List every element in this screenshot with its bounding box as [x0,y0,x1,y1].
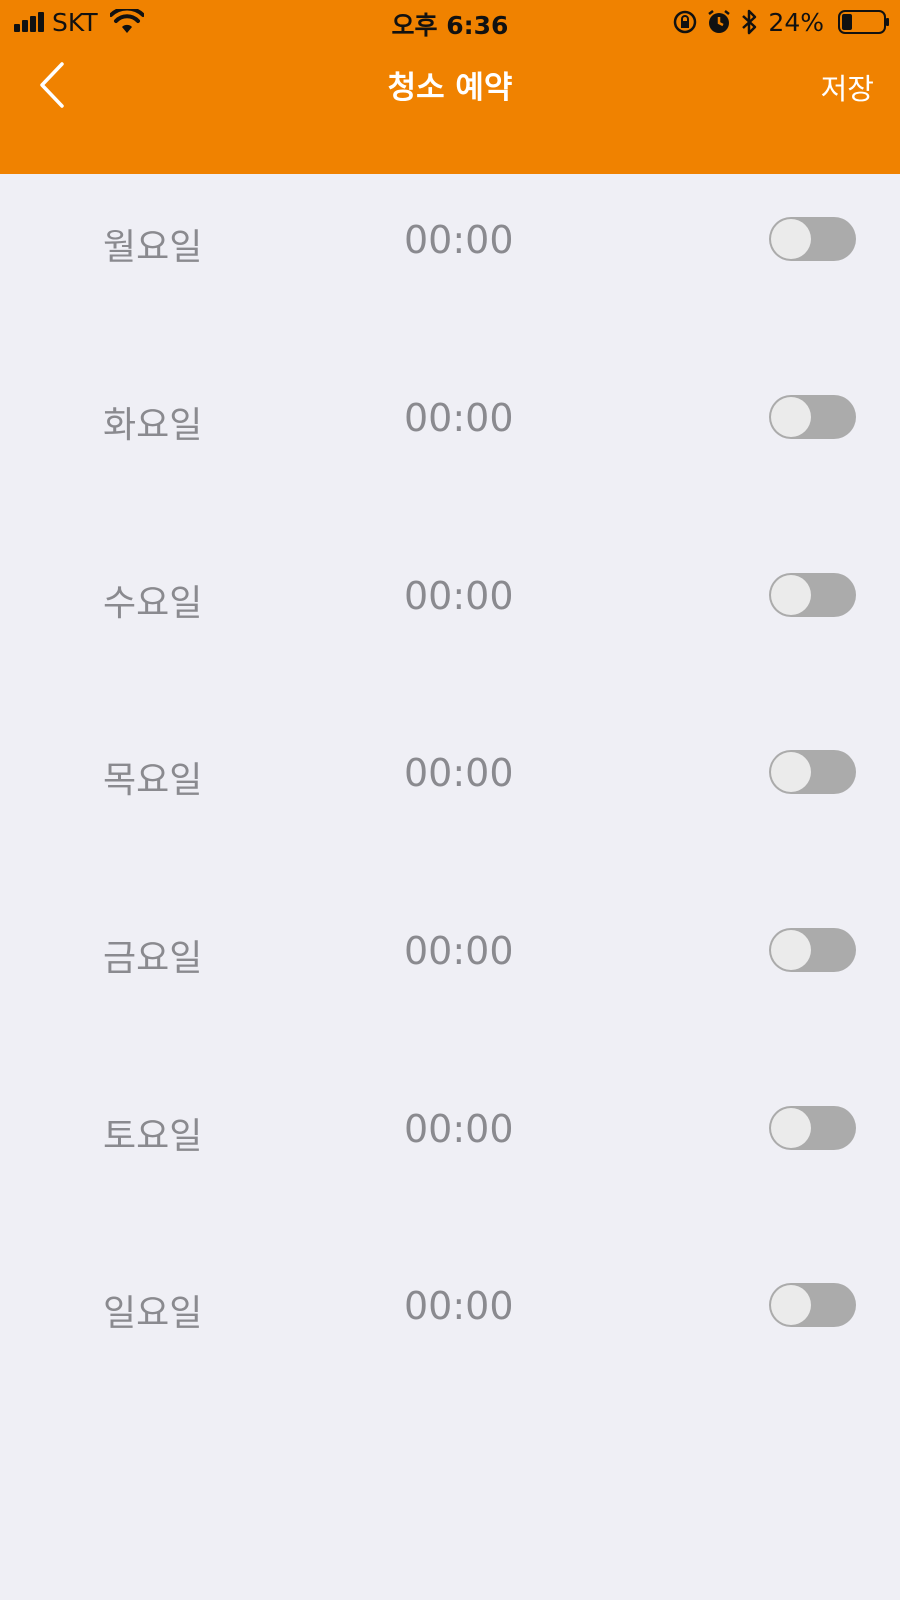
schedule-row-wednesday: 수요일 00:00 [0,556,900,636]
toggle-knob [771,930,811,970]
day-label: 화요일 [103,405,203,446]
day-label: 목요일 [103,760,203,801]
bluetooth-icon [742,9,757,35]
time-value[interactable]: 00:00 [404,1107,514,1151]
day-label: 수요일 [103,583,203,624]
alarm-icon [708,10,731,33]
toggle-knob [771,752,811,792]
schedule-row-tuesday: 화요일 00:00 [0,378,900,458]
rotation-lock-icon [674,10,697,34]
time-value[interactable]: 00:00 [404,218,514,262]
battery-icon [838,10,889,34]
nav-bar: 청소 예약 저장 [0,50,900,114]
time-value[interactable]: 00:00 [404,1284,514,1328]
time-value[interactable]: 00:00 [404,751,514,795]
app-header: SKT 오후 6:36 24% 청소 예약 저장 [0,0,900,174]
day-label: 월요일 [103,227,203,268]
toggle-knob [771,575,811,615]
schedule-row-monday: 월요일 00:00 [0,200,900,280]
toggle-knob [771,219,811,259]
status-right: 24% [664,7,890,37]
day-label: 일요일 [103,1293,203,1334]
toggle-knob [771,1285,811,1325]
enable-toggle[interactable] [769,928,856,972]
time-value[interactable]: 00:00 [404,396,514,440]
schedule-row-saturday: 토요일 00:00 [0,1089,900,1169]
schedule-row-friday: 금요일 00:00 [0,911,900,991]
toggle-knob [771,1108,811,1148]
toggle-knob [771,397,811,437]
enable-toggle[interactable] [769,1283,856,1327]
time-value[interactable]: 00:00 [404,929,514,973]
battery-percent: 24% [768,7,824,37]
schedule-row-thursday: 목요일 00:00 [0,733,900,813]
time-value[interactable]: 00:00 [404,574,514,618]
day-label: 토요일 [103,1116,203,1157]
save-button[interactable]: 저장 [821,66,874,108]
enable-toggle[interactable] [769,217,856,261]
day-label: 금요일 [103,938,203,979]
enable-toggle[interactable] [769,395,856,439]
enable-toggle[interactable] [769,573,856,617]
enable-toggle[interactable] [769,750,856,794]
enable-toggle[interactable] [769,1106,856,1150]
status-bar: SKT 오후 6:36 24% [0,0,900,44]
page-title: 청소 예약 [387,70,513,106]
schedule-row-sunday: 일요일 00:00 [0,1266,900,1346]
